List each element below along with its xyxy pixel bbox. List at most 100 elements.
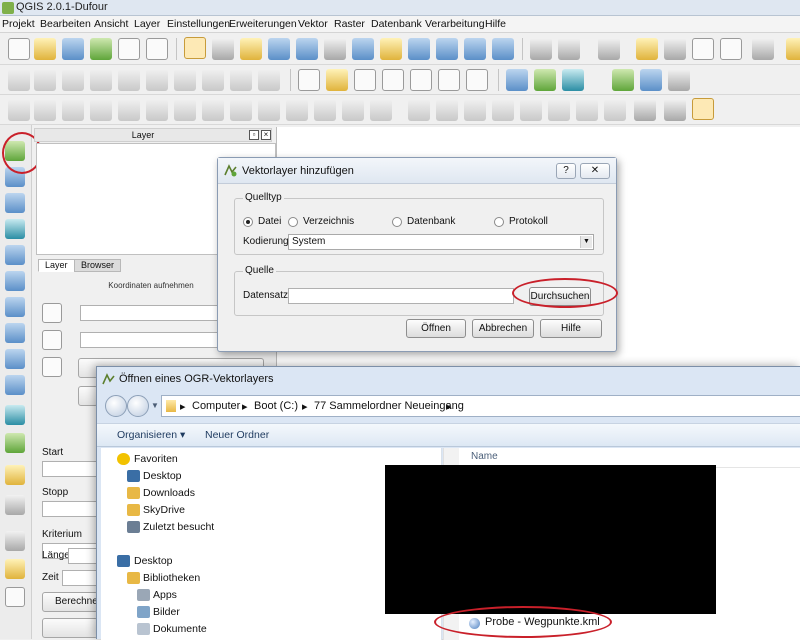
menu-einstellungen[interactable]: Einstellungen: [167, 18, 230, 30]
add-postgis-layer-icon[interactable]: [5, 193, 25, 213]
zoom-to-layer-icon[interactable]: [380, 38, 402, 60]
rotate-label-icon[interactable]: [438, 69, 460, 91]
menu-projekt[interactable]: Projekt: [2, 18, 35, 30]
toggle-editing-icon[interactable]: [8, 69, 30, 91]
capture-aux-button[interactable]: [78, 386, 98, 406]
tab-browser[interactable]: Browser: [74, 259, 122, 272]
network-start-icon[interactable]: [5, 531, 25, 551]
close-panel-icon[interactable]: ×: [261, 130, 271, 140]
radio-datei[interactable]: [243, 217, 253, 227]
breadcrumb-computer[interactable]: Computer: [192, 400, 240, 412]
change-label-icon[interactable]: [466, 69, 488, 91]
nav-desktop-root[interactable]: Desktop: [134, 555, 173, 567]
breadcrumb-sep-icon[interactable]: ▸: [302, 400, 308, 413]
menu-layer[interactable]: Layer: [134, 18, 160, 30]
pdf-export-icon[interactable]: [5, 587, 25, 607]
statistics-icon[interactable]: [720, 38, 742, 60]
db-manager-icon[interactable]: [506, 69, 528, 91]
menu-verarbeitung[interactable]: Verarbeitung: [425, 18, 485, 30]
local-cumulative-icon[interactable]: [492, 99, 514, 121]
nav-libraries[interactable]: Bibliotheken: [143, 572, 200, 584]
new-print-composer-icon[interactable]: [118, 38, 140, 60]
simplify-feature-icon[interactable]: [62, 99, 84, 121]
laenge-field[interactable]: [68, 548, 98, 564]
add-delimited-text-icon[interactable]: [5, 405, 25, 425]
pan-to-selection-icon[interactable]: [240, 38, 262, 60]
breadcrumb-sep-icon[interactable]: ▸: [446, 400, 452, 413]
openlayers-icon[interactable]: [640, 69, 662, 91]
new-shapefile-icon[interactable]: [5, 433, 25, 453]
radio-protokoll[interactable]: [494, 217, 504, 227]
python-console-icon[interactable]: [612, 69, 634, 91]
add-raster-layer-icon[interactable]: [5, 167, 25, 187]
favorites-header[interactable]: Favoriten: [134, 453, 178, 465]
dataset-input[interactable]: [288, 288, 514, 304]
layer-labeling-icon[interactable]: [326, 69, 348, 91]
zoom-next-icon[interactable]: [464, 38, 486, 60]
zoom-last-icon[interactable]: [436, 38, 458, 60]
add-ring-icon[interactable]: [90, 99, 112, 121]
open-project-icon[interactable]: [34, 38, 56, 60]
identify-features-icon[interactable]: [530, 38, 552, 60]
field-calculator-icon[interactable]: [664, 38, 686, 60]
label-icon[interactable]: [298, 69, 320, 91]
coordinate-capture-icon[interactable]: [664, 99, 686, 121]
undo-icon[interactable]: [8, 99, 30, 121]
radio-verzeichnis[interactable]: [288, 217, 298, 227]
delete-selected-icon[interactable]: [174, 69, 196, 91]
save-as-icon[interactable]: [90, 38, 112, 60]
composer-manager-icon[interactable]: [146, 38, 168, 60]
organize-menu[interactable]: Organisieren ▾: [117, 429, 185, 441]
cancel-button[interactable]: Abbrechen: [472, 319, 534, 338]
nav-apps[interactable]: Apps: [153, 589, 177, 601]
pan-touch-icon[interactable]: [184, 37, 206, 59]
nav-recent[interactable]: Zuletzt besucht: [143, 521, 214, 533]
menu-erweiterungen[interactable]: Erweiterungen: [229, 18, 297, 30]
grid-icon[interactable]: [634, 99, 656, 121]
new-folder-button[interactable]: Neuer Ordner: [205, 429, 269, 441]
menu-bearbeiten[interactable]: Bearbeiten: [40, 18, 91, 30]
fill-ring-icon[interactable]: [146, 99, 168, 121]
delete-part-icon[interactable]: [202, 99, 224, 121]
increase-brightness-icon[interactable]: [520, 99, 542, 121]
start-field[interactable]: [42, 461, 98, 477]
gps-tools-icon[interactable]: [534, 69, 556, 91]
select-features-icon[interactable]: [558, 38, 580, 60]
nav-dokumente[interactable]: Dokumente: [153, 623, 207, 635]
split-features-icon[interactable]: [286, 99, 308, 121]
new-spatialite-layer-icon[interactable]: [5, 465, 25, 485]
menu-hilfe[interactable]: Hilfe: [485, 18, 506, 30]
attribute-table-icon[interactable]: [692, 38, 714, 60]
grid-crs-icon[interactable]: [42, 330, 62, 350]
breadcrumb-folder[interactable]: 77 Sammelordner Neueingang: [314, 400, 464, 412]
zoom-to-selection-icon[interactable]: [408, 38, 430, 60]
current-edits-icon[interactable]: [34, 69, 56, 91]
save-project-icon[interactable]: [62, 38, 84, 60]
radio-datenbank[interactable]: [392, 217, 402, 227]
pin-labels-icon[interactable]: [354, 69, 376, 91]
plugin-manager-icon[interactable]: [668, 69, 690, 91]
add-wfs-layer-icon[interactable]: [5, 375, 25, 395]
network-route-icon[interactable]: [5, 559, 25, 579]
add-mssql-layer-icon[interactable]: [5, 245, 25, 265]
spatialite-icon[interactable]: [562, 69, 584, 91]
nav-desktop[interactable]: Desktop: [143, 470, 182, 482]
back-arrow-icon[interactable]: [105, 395, 127, 417]
add-wms-layer-icon[interactable]: [5, 323, 25, 343]
paste-features-icon[interactable]: [258, 69, 280, 91]
open-button[interactable]: Öffnen: [406, 319, 466, 338]
move-label-icon[interactable]: [410, 69, 432, 91]
zoom-in-icon[interactable]: [268, 38, 290, 60]
breadcrumb-sep-icon[interactable]: ▸: [180, 400, 186, 413]
raster-histogram-icon[interactable]: [408, 99, 430, 121]
merge-features-icon[interactable]: [342, 99, 364, 121]
add-sql-anywhere-icon[interactable]: [5, 297, 25, 317]
deselect-features-icon[interactable]: [636, 38, 658, 60]
node-tool-icon[interactable]: [146, 69, 168, 91]
offset-curve-icon[interactable]: [258, 99, 280, 121]
stopp-field[interactable]: [42, 501, 98, 517]
cut-features-icon[interactable]: [202, 69, 224, 91]
menu-vektor[interactable]: Vektor: [298, 18, 328, 30]
new-project-icon[interactable]: [8, 38, 30, 60]
show-hide-labels-icon[interactable]: [382, 69, 404, 91]
